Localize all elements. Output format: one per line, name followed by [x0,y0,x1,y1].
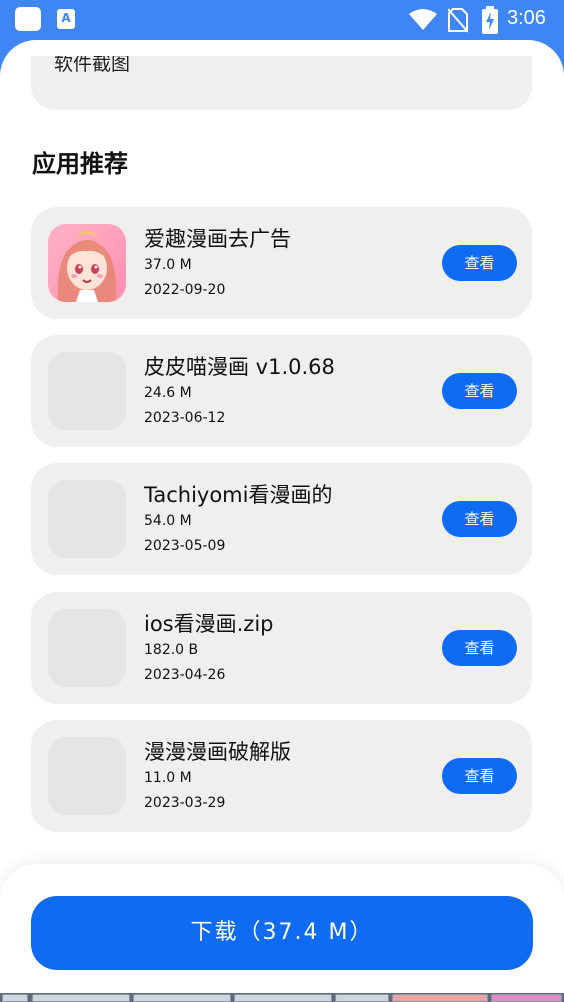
app-name: ios看漫画.zip [144,612,274,636]
taskbar-item[interactable] [234,994,332,1002]
taskbar-item[interactable] [133,994,231,1002]
app-name: 漫漫漫画破解版 [144,740,291,764]
app-size: 11.0 M [144,770,192,786]
app-date: 2023-04-26 [144,667,226,683]
os-taskbar [0,993,564,1002]
app-name: 皮皮喵漫画 v1.0.68 [144,355,335,379]
view-button[interactable]: 查看 [442,245,517,281]
app-name: 爱趣漫画去广告 [144,227,291,251]
list-item[interactable]: 爱趣漫画去广告 37.0 M 2022-09-20 查看 [31,207,532,319]
no-sim-icon [448,8,468,33]
placeholder-icon [48,737,126,815]
bottom-action-bar: 下载（37.4 M） [0,864,564,1002]
app-date: 2023-03-29 [144,795,226,811]
taskbar-item[interactable] [491,994,562,1002]
app-date: 2023-05-09 [144,538,226,554]
placeholder-icon [48,480,126,558]
app-date: 2022-09-20 [144,282,226,298]
download-button[interactable]: 下载（37.4 M） [31,896,533,970]
screenshot-section-label: 软件截图 [54,56,131,75]
anime-girl-app-icon [48,224,126,302]
clock: 3:06 [507,7,546,29]
app-size: 37.0 M [144,257,192,273]
view-button[interactable]: 查看 [442,758,517,794]
screenshot-gallery[interactable]: 软件截图 [31,56,532,110]
main-panel: 软件截图 应用推荐 爱趣漫画去广告 37.0 M 2022-09-20 查看 皮… [0,40,564,1002]
taskbar-item[interactable] [2,994,28,1002]
app-square-icon [15,7,41,31]
view-button[interactable]: 查看 [442,630,517,666]
section-title: 应用推荐 [32,150,128,178]
list-item[interactable]: 皮皮喵漫画 v1.0.68 24.6 M 2023-06-12 查看 [31,335,532,447]
view-button[interactable]: 查看 [442,501,517,537]
wifi-icon [409,9,437,30]
view-button[interactable]: 查看 [442,373,517,409]
app-date: 2023-06-12 [144,410,226,426]
list-item[interactable]: 漫漫漫画破解版 11.0 M 2023-03-29 查看 [31,720,532,832]
status-bar: A 3:06 [0,0,564,40]
app-size: 54.0 M [144,513,192,529]
placeholder-icon [48,609,126,687]
battery-charging-icon [482,6,498,34]
taskbar-item[interactable] [32,994,130,1002]
a-notification-icon: A [57,9,75,29]
app-size: 182.0 B [144,642,199,658]
app-name: Tachiyomi看漫画的 [144,483,333,507]
taskbar-item[interactable] [392,994,488,1002]
placeholder-icon [48,352,126,430]
list-item[interactable]: Tachiyomi看漫画的 54.0 M 2023-05-09 查看 [31,463,532,575]
app-size: 24.6 M [144,385,192,401]
taskbar-item[interactable] [335,994,389,1002]
list-item[interactable]: ios看漫画.zip 182.0 B 2023-04-26 查看 [31,592,532,704]
